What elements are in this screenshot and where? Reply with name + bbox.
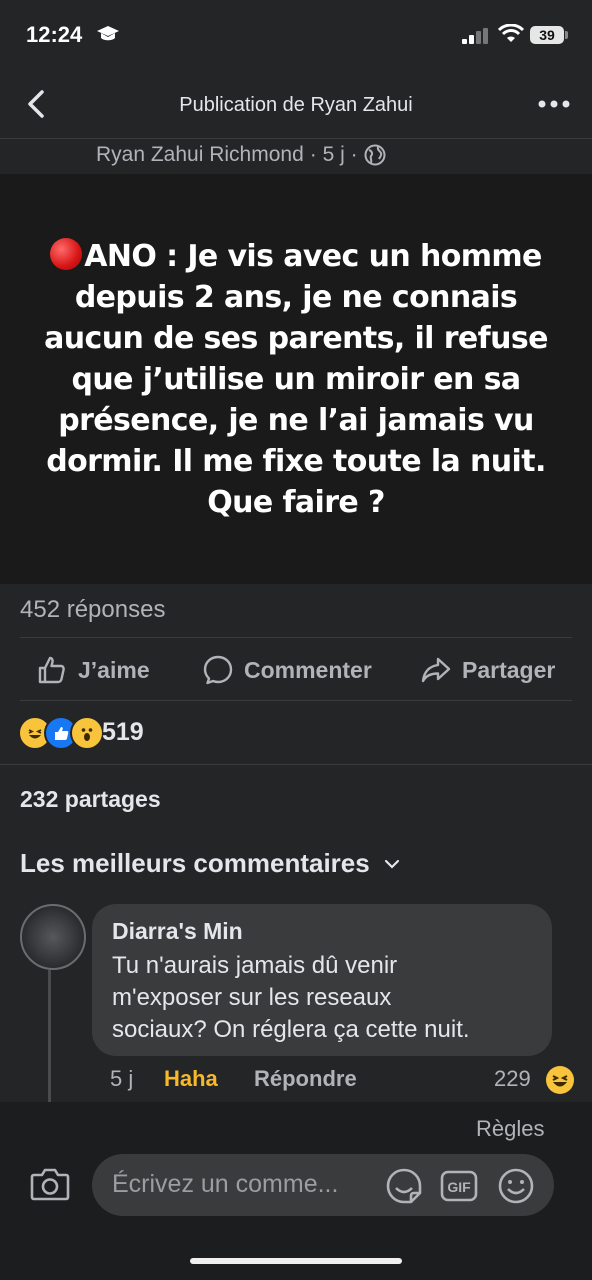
haha-emoji-icon — [546, 1066, 574, 1094]
avatar[interactable] — [20, 904, 86, 970]
chevron-down-icon — [384, 859, 399, 869]
comment-input-placeholder: Écrivez un comme... — [112, 1170, 339, 1198]
thread-line — [48, 970, 51, 1102]
comment-label: Commenter — [244, 656, 372, 683]
post-author-name[interactable]: Ryan Zahui Richmond — [96, 143, 304, 167]
comment-time: 5 j — [110, 1066, 134, 1091]
graduation-cap-icon — [97, 26, 119, 41]
speech-bubble-icon — [203, 655, 233, 685]
svg-text:GIF: GIF — [447, 1179, 471, 1195]
signal-icon — [462, 28, 488, 44]
like-label: J’aime — [78, 656, 150, 683]
divider — [20, 700, 572, 701]
thumbs-up-icon — [38, 656, 65, 684]
comment-reaction-button[interactable]: Haha — [164, 1066, 218, 1092]
post-time: · 5 j · — [309, 143, 358, 166]
comments-sort-dropdown[interactable]: Les meilleurs commentaires — [20, 848, 400, 879]
divider — [0, 764, 592, 765]
gif-icon[interactable]: GIF — [440, 1170, 478, 1202]
share-button[interactable]: Partager — [420, 652, 555, 688]
replies-count[interactable]: 452 réponses — [20, 596, 165, 624]
camera-icon[interactable] — [28, 1162, 72, 1206]
status-time: 12:24 — [26, 22, 83, 47]
share-arrow-icon — [421, 657, 451, 683]
reaction-count[interactable]: 519 — [102, 718, 144, 747]
home-indicator — [190, 1258, 402, 1264]
battery-indicator: 39 — [530, 26, 564, 44]
divider — [20, 637, 572, 638]
sticker-icon[interactable] — [384, 1166, 424, 1206]
post-image-caption: ANO : Je vis avec un homme depuis 2 ans,… — [44, 239, 548, 520]
like-button[interactable]: J’aime — [36, 652, 150, 688]
share-label: Partager — [462, 656, 556, 683]
comment-button[interactable]: Commenter — [202, 652, 372, 688]
wow-reaction-icon — [70, 716, 104, 750]
globe-icon — [364, 144, 386, 166]
comment-reaction-count[interactable]: 229 — [494, 1066, 531, 1092]
comment-text: Tu n'aurais jamais dû venir m'exposer su… — [112, 952, 470, 1043]
shares-count[interactable]: 232 partages — [20, 786, 161, 813]
reaction-icons[interactable] — [18, 716, 104, 750]
red-circle-icon — [50, 238, 83, 270]
emoji-icon[interactable] — [496, 1166, 536, 1206]
reply-button[interactable]: Répondre — [254, 1066, 357, 1092]
comment-author[interactable]: Diarra's Min — [112, 918, 243, 945]
battery-tip — [565, 31, 568, 39]
comments-sort-label: Les meilleurs commentaires — [20, 848, 370, 878]
rules-link[interactable]: Règles — [476, 1116, 544, 1142]
post-image-text: ANO : Je vis avec un homme depuis 2 ans,… — [44, 236, 548, 523]
page-title: Publication de Ryan Zahui — [179, 94, 413, 116]
more-options-icon[interactable] — [536, 96, 572, 112]
divider — [0, 138, 592, 139]
wifi-icon — [498, 24, 524, 42]
post-author-row: Ryan Zahui Richmond · 5 j · — [96, 140, 386, 170]
